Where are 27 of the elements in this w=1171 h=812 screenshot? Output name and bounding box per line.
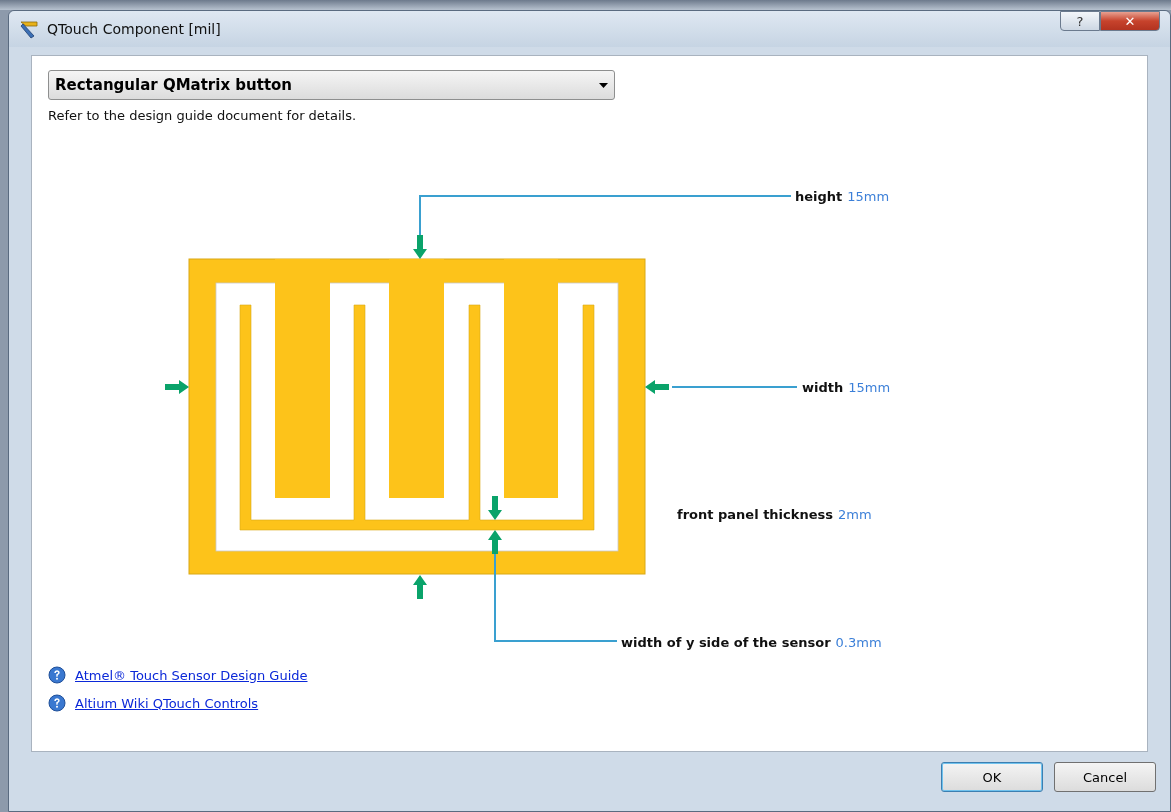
help-button[interactable]: ? xyxy=(1060,11,1100,31)
design-guide-link[interactable]: Altium Wiki QTouch Controls xyxy=(75,695,259,711)
dialog-button[interactable]: Cancel xyxy=(1054,762,1156,792)
dimension-arrow xyxy=(645,380,669,394)
dimension-label: width xyxy=(802,380,844,395)
dimension-label: width of y side of the sensor xyxy=(621,635,831,650)
dimension-value: 0.3mm xyxy=(835,635,882,650)
close-button[interactable]: ✕ xyxy=(1100,11,1160,31)
help-icon xyxy=(48,666,66,684)
dimension-value: 15mm xyxy=(848,380,891,395)
help-icon xyxy=(48,694,66,712)
design-guide-link[interactable]: Atmel® Touch Sensor Design Guide xyxy=(75,667,308,683)
dimension-arrow xyxy=(488,496,502,520)
dimension-label: front panel thickness xyxy=(677,507,833,522)
dimension-label: height xyxy=(795,189,843,204)
window-title: QTouch Component [mil] xyxy=(47,21,221,37)
dialog-button[interactable]: OK xyxy=(941,762,1043,792)
dimension-arrow xyxy=(413,235,427,259)
dropdown-caret-icon xyxy=(599,82,608,88)
dimension-value: 15mm xyxy=(847,189,890,204)
dimension-value: 2mm xyxy=(837,507,872,522)
dimension-arrow xyxy=(488,530,502,554)
dimension-arrow xyxy=(413,575,427,599)
dimension-arrow xyxy=(165,380,189,394)
description-text: Refer to the design guide document for details. xyxy=(48,108,358,123)
component-type-dropdown[interactable]: Rectangular QMatrix button xyxy=(48,70,615,100)
ruler-icon xyxy=(19,19,39,39)
